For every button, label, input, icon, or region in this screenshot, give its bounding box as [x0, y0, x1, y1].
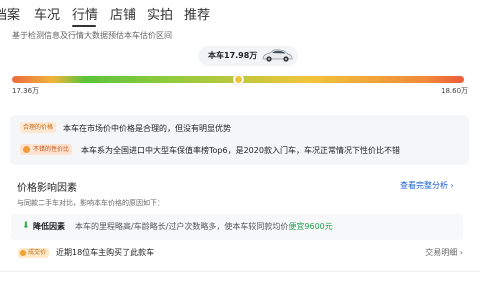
price-range-marker	[232, 74, 244, 85]
deal-details-link[interactable]: 交易明细 ›	[425, 247, 463, 258]
chevron-right-icon: ›	[450, 181, 454, 190]
coin-icon	[20, 250, 26, 256]
top-tab-bar: 档案 车况 行情 店铺 实拍 推荐	[0, 4, 480, 27]
tab-recommend[interactable]: 推荐	[184, 4, 210, 23]
factor-item-highlight: 便宜9600元	[288, 222, 333, 231]
car-icon	[261, 48, 293, 67]
active-tab-indicator	[72, 25, 96, 27]
deal-details-label: 交易明细	[425, 248, 458, 257]
tab-shop[interactable]: 店铺	[110, 4, 136, 23]
price-estimate-page: 档案 车况 行情 店铺 实拍 推荐 基于检测信息及行情大数据预估本车估价区间 本…	[0, 0, 480, 284]
factor-item-text-prefix: 本车的里程略高/车龄略长/过户次数略多，使本车较同款均价	[75, 222, 289, 231]
smile-icon	[23, 146, 30, 153]
factors-subtitle: 与同款二手车对比，影响本车价格的原因如下：	[17, 199, 164, 207]
tab-condition[interactable]: 车况	[34, 4, 60, 23]
estimate-subtitle: 基于检测信息及行情大数据预估本车估价区间	[12, 31, 172, 40]
divider	[0, 271, 480, 272]
deal-row[interactable]: 成交价 近期18位车主购买了此款车 交易明细 ›	[18, 247, 463, 261]
performance-text: 本车系为全国进口中大型车保值率榜Top6，是2020款入门车，车况正常情况下性价…	[81, 146, 400, 155]
performance-tag: 不错的性价比	[20, 144, 73, 155]
full-analysis-label: 查看完整分析	[400, 181, 448, 190]
arrow-down-icon: ⬇	[22, 221, 30, 231]
full-analysis-link[interactable]: 查看完整分析 ›	[400, 180, 454, 191]
price-max-label: 18.60万	[441, 87, 469, 95]
deal-price-tag-label: 成交价	[28, 249, 47, 256]
deal-text: 近期18位车主购买了此款车	[56, 248, 155, 257]
tab-photos[interactable]: 实拍	[147, 4, 173, 23]
price-min-label: 17.36万	[12, 87, 40, 95]
factor-item-text: 本车的里程略高/车龄略长/过户次数略多，使本车较同款均价便宜9600元	[75, 221, 333, 232]
price-bubble: 本车17.98万	[198, 46, 298, 66]
reasonable-price-tag: 合理的价格	[20, 122, 57, 133]
chevron-right-icon: ›	[459, 248, 463, 257]
tab-market[interactable]: 行情	[72, 4, 98, 23]
tab-archive[interactable]: 档案	[0, 4, 20, 23]
deal-price-tag: 成交价	[18, 248, 50, 258]
factor-item-title: 降低因素	[33, 222, 65, 231]
factor-item: ⬇ 降低因素 本车的里程略高/车龄略长/过户次数略多，使本车较同款均价便宜960…	[11, 214, 463, 240]
factors-title: 价格影响因素	[17, 183, 77, 194]
performance-tag-label: 不错的性价比	[33, 146, 70, 153]
reasonable-price-text: 本车在市场价中价格是合理的，但没有明显优势	[63, 124, 231, 133]
price-bubble-label: 本车17.98万	[208, 51, 258, 60]
price-evaluation-card: 合理的价格 本车在市场价中价格是合理的，但没有明显优势 不错的性价比 本车系为全…	[10, 115, 469, 165]
